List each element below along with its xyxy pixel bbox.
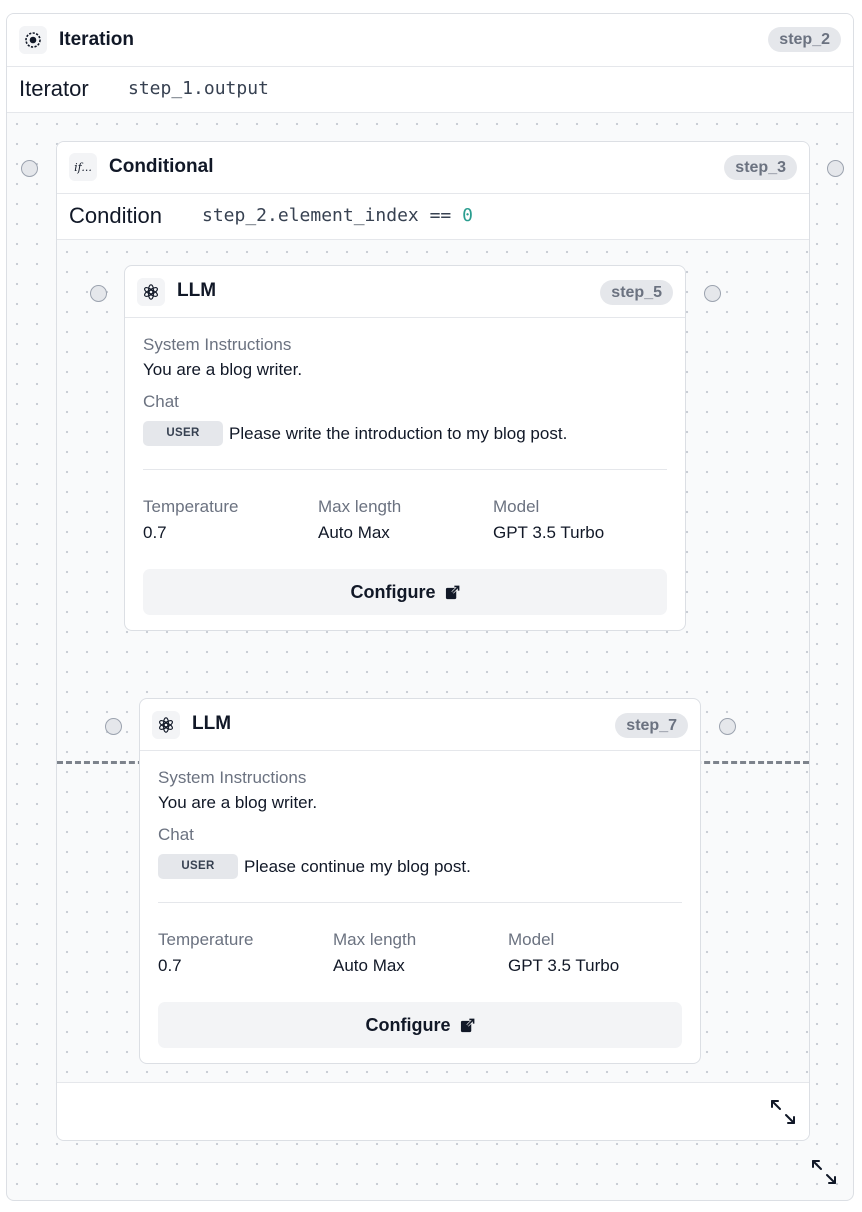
llm-header[interactable]: LLM step_5 (125, 266, 685, 318)
chat-message: Please write the introduction to my blog… (229, 424, 568, 443)
divider (158, 902, 682, 903)
openai-logo-icon (152, 711, 180, 739)
external-link-icon (445, 584, 460, 599)
llm-output-handle[interactable] (704, 285, 721, 302)
system-instructions-label: System Instructions (143, 335, 292, 354)
conditional-header[interactable]: if... Conditional step_3 (57, 142, 809, 194)
model-label: Model (508, 930, 555, 949)
conditional-title: Conditional (109, 156, 214, 177)
if-icon: if... (69, 153, 97, 181)
external-link-icon (460, 1017, 475, 1032)
max-length-value: Auto Max (333, 956, 405, 975)
expand-icon[interactable] (769, 1098, 797, 1126)
iterator-row: Iterator step_1.output (7, 67, 853, 113)
llm-input-handle[interactable] (90, 285, 107, 302)
system-instructions-label: System Instructions (158, 768, 307, 787)
llm-node[interactable]: LLM step_5 System Instructions You are a… (124, 265, 686, 631)
configure-label: Configure (350, 581, 436, 602)
condition-row: Condition step_2.element_index == 0 (57, 194, 809, 240)
model-label: Model (493, 497, 540, 516)
max-length-label: Max length (318, 497, 402, 516)
conditional-output-handle[interactable] (827, 160, 844, 177)
llm-input-handle[interactable] (105, 718, 122, 735)
iterator-value[interactable]: step_1.output (128, 78, 269, 99)
max-length-value: Auto Max (318, 523, 390, 542)
conditional-input-handle[interactable] (21, 160, 38, 177)
user-role-badge: USER (143, 421, 223, 446)
iteration-header[interactable]: Iteration step_2 (7, 14, 853, 67)
system-instructions-text: You are a blog writer. (158, 793, 318, 812)
step-badge: step_5 (600, 280, 673, 305)
user-role-badge: USER (158, 854, 238, 879)
temperature-label: Temperature (143, 497, 239, 516)
iterator-label: Iterator (19, 76, 89, 101)
conditional-footer (57, 1082, 809, 1140)
chat-label: Chat (143, 392, 179, 411)
llm-title: LLM (177, 280, 217, 301)
step-badge: step_2 (768, 27, 841, 52)
temperature-value: 0.7 (143, 523, 167, 542)
configure-button[interactable]: Configure (143, 569, 667, 615)
model-value: GPT 3.5 Turbo (493, 523, 605, 542)
expand-icon[interactable] (810, 1158, 838, 1186)
configure-button[interactable]: Configure (158, 1002, 682, 1048)
condition-value: 0 (462, 205, 473, 226)
iteration-title: Iteration (59, 29, 134, 50)
chat-message: Please continue my blog post. (244, 857, 471, 876)
step-badge: step_7 (615, 713, 688, 738)
llm-output-handle[interactable] (719, 718, 736, 735)
max-length-label: Max length (333, 930, 417, 949)
llm-header[interactable]: LLM step_7 (140, 699, 700, 751)
temperature-value: 0.7 (158, 956, 182, 975)
system-instructions-text: You are a blog writer. (143, 360, 303, 379)
chat-label: Chat (158, 825, 194, 844)
configure-label: Configure (365, 1014, 451, 1035)
condition-expression[interactable]: step_2.element_index == 0 (202, 205, 473, 226)
iteration-icon (19, 26, 47, 54)
openai-logo-icon (137, 278, 165, 306)
condition-label: Condition (69, 203, 162, 228)
model-value: GPT 3.5 Turbo (508, 956, 620, 975)
llm-title: LLM (192, 713, 232, 734)
llm-node[interactable]: LLM step_7 System Instructions You are a… (139, 698, 701, 1064)
temperature-label: Temperature (158, 930, 254, 949)
step-badge: step_3 (724, 155, 797, 180)
divider (143, 469, 667, 470)
